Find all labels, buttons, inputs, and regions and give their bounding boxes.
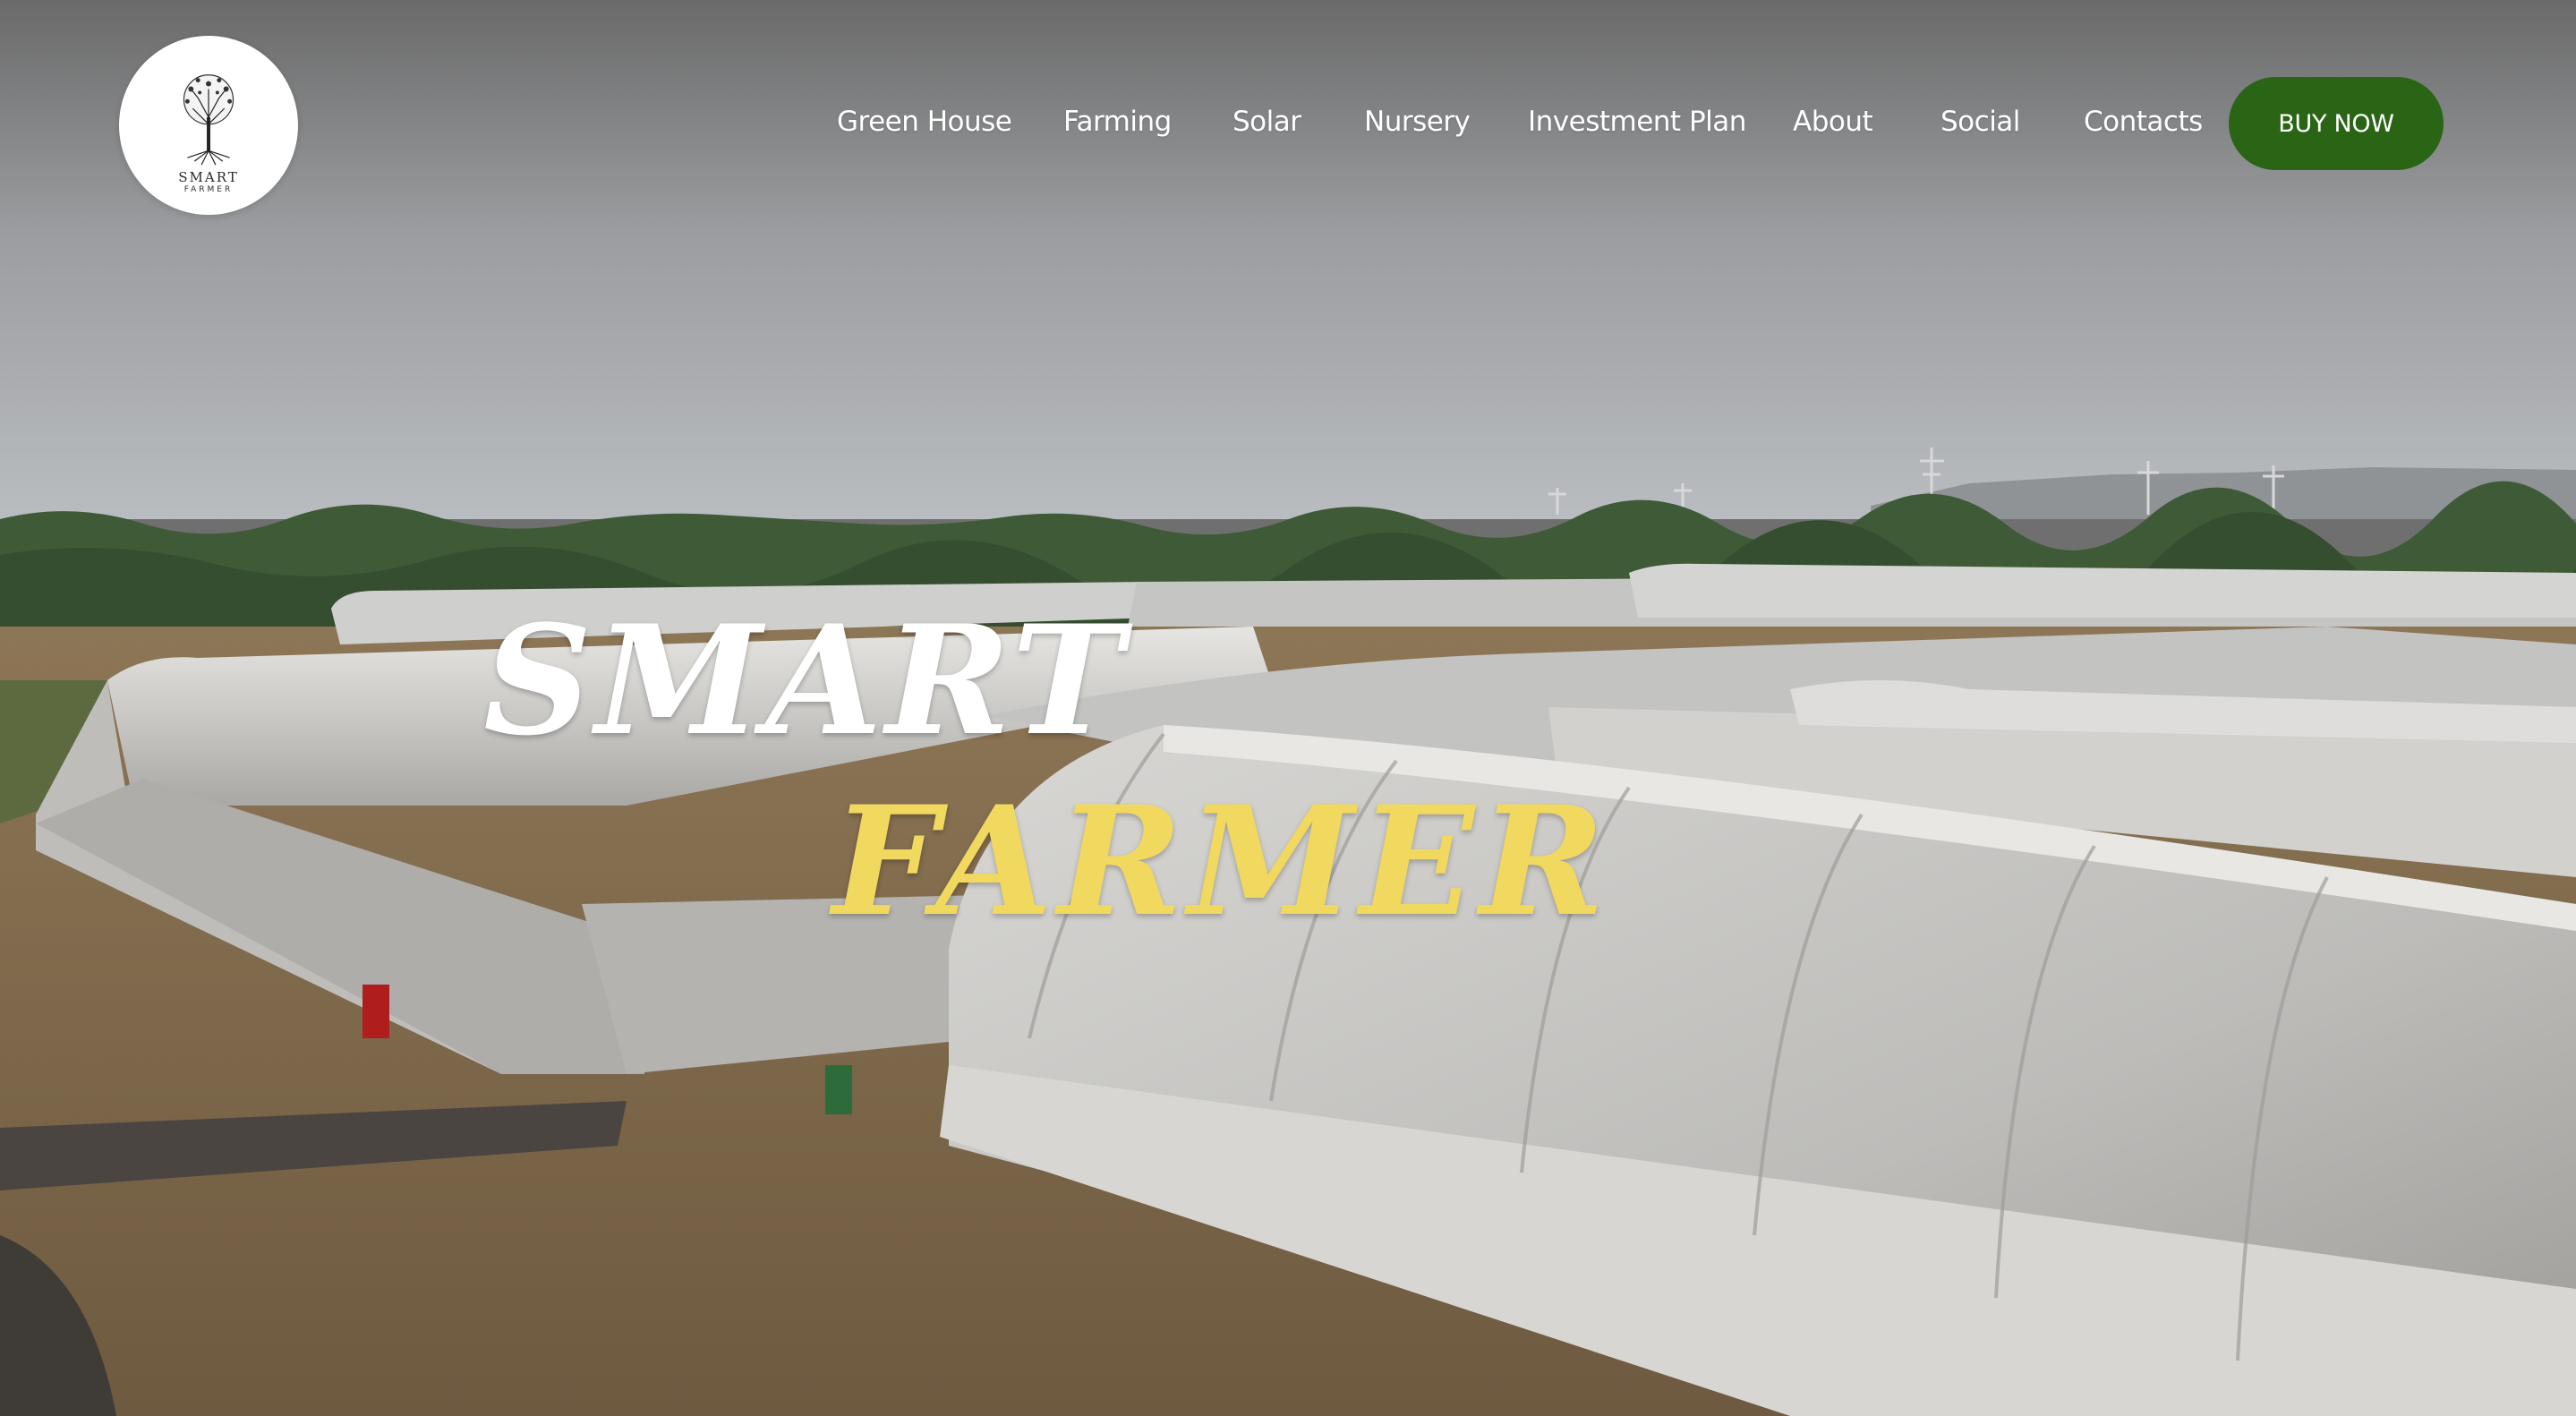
main-nav: Green House Farming Solar Nursery Invest… — [0, 75, 2576, 168]
nav-item-contacts[interactable]: Contacts — [2084, 75, 2203, 168]
nav-item-about[interactable]: About — [1793, 75, 1873, 168]
hero-background-image — [0, 0, 2576, 1416]
nav-item-nursery[interactable]: Nursery — [1364, 75, 1471, 168]
nav-item-social[interactable]: Social — [1941, 75, 2020, 168]
nav-item-investment-plan[interactable]: Investment Plan — [1528, 75, 1746, 168]
buy-now-button[interactable]: BUY NOW — [2229, 77, 2444, 170]
hero-title-line2: FARMER — [832, 772, 1611, 950]
logo-text-line2: FARMER — [183, 185, 234, 194]
hero-section: SMART FARMER Green House Farming Solar N… — [0, 0, 2576, 1416]
nav-item-green-house[interactable]: Green House — [837, 75, 1012, 168]
hero-title-line1: SMART — [483, 592, 1128, 769]
nav-item-solar[interactable]: Solar — [1233, 75, 1301, 168]
logo-text-line1: SMART — [178, 169, 239, 185]
nav-item-farming[interactable]: Farming — [1063, 75, 1172, 168]
